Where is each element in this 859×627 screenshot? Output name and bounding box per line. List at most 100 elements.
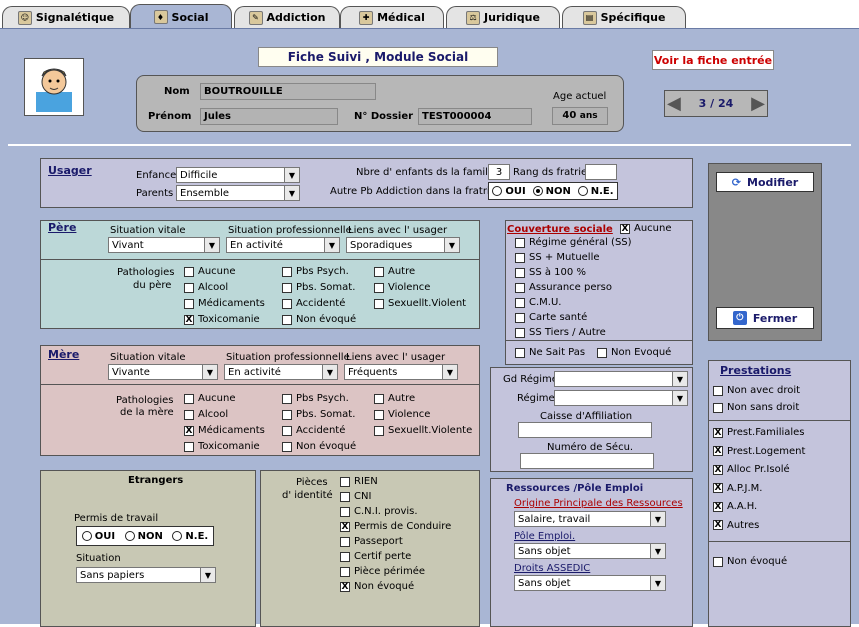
pere-pathology-checkbox[interactable]: Autre — [374, 266, 415, 277]
prestation-checkbox[interactable]: X A.P.J.M. — [713, 483, 762, 494]
pere-pathology-checkbox[interactable]: Violence — [374, 282, 430, 293]
gd-regime-label: Gd Régime — [503, 374, 558, 385]
couverture-checkbox[interactable]: SS + Mutuelle — [515, 252, 600, 263]
piece-identite-checkbox[interactable]: Certif perte — [340, 551, 411, 562]
prev-record-icon[interactable]: ◀ — [667, 93, 681, 114]
mere-sit-vitale-select[interactable]: Vivante ▼ — [108, 364, 218, 380]
nom-field[interactable]: BOUTROUILLE — [200, 83, 376, 100]
mere-sit-pro-select[interactable]: En activité ▼ — [224, 364, 338, 380]
piece-identite-checkbox[interactable]: Passeport — [340, 536, 403, 547]
fermer-button[interactable]: ⏻ Fermer — [716, 307, 814, 329]
tab-juridique[interactable]: ⚖ Juridique — [446, 6, 560, 28]
addiction-icon: ✎ — [248, 10, 263, 25]
tab-specifique[interactable]: ▤ Spécifique — [562, 6, 686, 28]
prestation-checkbox[interactable]: X A.A.H. — [713, 501, 757, 512]
couverture-checkbox[interactable]: Régime général (SS) — [515, 237, 632, 248]
pere-pathology-checkbox[interactable]: Pbs. Somat. — [282, 282, 355, 293]
prestation-droit-checkbox[interactable]: Non sans droit — [713, 402, 799, 413]
droits-assedic-select[interactable]: Sans objet ▼ — [514, 575, 666, 591]
pere-patho-label-2: du père — [133, 280, 172, 291]
pere-pathology-checkbox[interactable]: Non évoqué — [282, 314, 356, 325]
pere-sit-vitale-select[interactable]: Vivant ▼ — [108, 237, 220, 253]
mere-pathology-checkbox[interactable]: Aucune — [184, 393, 236, 404]
secu-field[interactable] — [520, 453, 654, 469]
mere-pathology-checkbox[interactable]: Pbs Psych. — [282, 393, 349, 404]
tab-medical[interactable]: ✚ Médical — [340, 6, 444, 28]
dossier-field[interactable]: TEST000004 — [418, 108, 532, 125]
next-record-icon[interactable]: ▶ — [751, 93, 765, 114]
autre-pb-oui-radio[interactable]: OUI — [492, 186, 526, 197]
checkbox-box — [340, 566, 350, 577]
regime-select[interactable]: ▼ — [554, 390, 688, 406]
tab-addiction[interactable]: ✎ Addiction — [234, 6, 340, 28]
chevron-down-icon: ▼ — [200, 568, 215, 582]
pere-pathology-checkbox[interactable]: Médicaments — [184, 298, 265, 309]
mere-pathology-checkbox[interactable]: Autre — [374, 393, 415, 404]
pere-pathology-checkbox[interactable]: Accidenté — [282, 298, 345, 309]
pole-emploi-select[interactable]: Sans objet ▼ — [514, 543, 666, 559]
situation-select[interactable]: Sans papiers ▼ — [76, 567, 216, 583]
couverture-checkbox[interactable]: Carte santé — [515, 312, 587, 323]
parents-select[interactable]: Ensemble ▼ — [176, 185, 300, 201]
non-evoque-couverture-checkbox[interactable]: Non Evoqué — [597, 347, 671, 358]
gd-regime-select[interactable]: ▼ — [554, 371, 688, 387]
chevron-down-icon: ▼ — [672, 372, 687, 386]
permis-non-radio[interactable]: NON — [124, 531, 163, 542]
pere-liens-select[interactable]: Sporadiques ▼ — [346, 237, 460, 253]
prestation-droit-checkbox[interactable]: Non avec droit — [713, 385, 800, 396]
prenom-field[interactable]: Jules — [200, 108, 338, 125]
checkbox-box — [282, 282, 292, 293]
voir-fiche-entree-button[interactable]: Voir la fiche entrée — [652, 50, 774, 70]
mere-pathology-checkbox[interactable]: Violence — [374, 409, 430, 420]
droits-assedic-label: Droits ASSEDIC — [514, 563, 591, 574]
piece-identite-checkbox[interactable]: X Permis de Conduire — [340, 521, 451, 532]
caisse-field[interactable] — [518, 422, 652, 438]
mere-pathology-checkbox[interactable]: X Médicaments — [184, 425, 265, 436]
mere-pathology-checkbox[interactable]: Non évoqué — [282, 441, 356, 452]
ne-sait-pas-checkbox[interactable]: Ne Sait Pas — [515, 347, 585, 358]
nb-enfants-field[interactable]: 3 — [488, 164, 510, 180]
couverture-checkbox[interactable]: SS Tiers / Autre — [515, 327, 606, 338]
couverture-aucune-checkbox[interactable]: X Aucune — [620, 223, 672, 234]
pere-pathology-checkbox[interactable]: Alcool — [184, 282, 228, 293]
piece-identite-checkbox[interactable]: Pièce périmée — [340, 566, 425, 577]
mere-pathology-checkbox[interactable]: Accidenté — [282, 425, 345, 436]
permis-oui-radio[interactable]: OUI — [81, 531, 115, 542]
checkbox-box: X — [340, 521, 350, 532]
couverture-checkbox[interactable]: Assurance perso — [515, 282, 612, 293]
mere-pathology-checkbox[interactable]: Sexuellt.Violente — [374, 425, 472, 436]
pere-pathology-checkbox[interactable]: Sexuellt.Violent — [374, 298, 466, 309]
mere-pathology-checkbox[interactable]: Pbs. Somat. — [282, 409, 355, 420]
pere-sit-pro-select[interactable]: En activité ▼ — [226, 237, 340, 253]
enfance-select[interactable]: Difficile ▼ — [176, 167, 300, 183]
pere-pathology-checkbox[interactable]: X Toxicomanie — [184, 314, 260, 325]
rang-field[interactable] — [585, 164, 617, 180]
couverture-checkbox[interactable]: SS à 100 % — [515, 267, 586, 278]
prestation-checkbox[interactable]: X Prest.Familiales — [713, 427, 805, 438]
pere-pathology-checkbox[interactable]: Pbs Psych. — [282, 266, 349, 277]
tab-social[interactable]: ♦ Social — [130, 4, 232, 29]
piece-identite-checkbox[interactable]: RIEN — [340, 476, 378, 487]
modifier-button[interactable]: ⟳ Modifier — [716, 172, 814, 192]
prestation-checkbox[interactable]: X Alloc Pr.Isolé — [713, 464, 790, 475]
permis-ne-radio[interactable]: N.E. — [172, 531, 208, 542]
prestations-non-evoque-checkbox[interactable]: Non évoqué — [713, 556, 787, 567]
pere-pathology-checkbox[interactable]: Aucune — [184, 266, 236, 277]
autre-pb-non-radio[interactable]: NON — [532, 186, 571, 197]
piece-identite-checkbox[interactable]: CNI — [340, 491, 371, 502]
mere-patho-label-2: de la mère — [120, 407, 174, 418]
chevron-down-icon: ▼ — [442, 365, 457, 379]
mere-pathology-checkbox[interactable]: Alcool — [184, 409, 228, 420]
prestation-checkbox[interactable]: X Autres — [713, 520, 759, 531]
origine-select[interactable]: Salaire, travail ▼ — [514, 511, 666, 527]
etrangers-title: Etrangers — [128, 475, 184, 486]
couverture-checkbox[interactable]: C.M.U. — [515, 297, 561, 308]
piece-identite-checkbox[interactable]: X Non évoqué — [340, 581, 414, 592]
mere-pathology-checkbox[interactable]: Toxicomanie — [184, 441, 260, 452]
piece-identite-checkbox[interactable]: C.N.I. provis. — [340, 506, 418, 517]
mere-liens-select[interactable]: Fréquents ▼ — [344, 364, 458, 380]
autre-pb-label: Autre Pb Addiction dans la fratrie — [330, 186, 496, 197]
prestation-checkbox[interactable]: X Prest.Logement — [713, 446, 805, 457]
autre-pb-ne-radio[interactable]: N.E. — [577, 186, 614, 197]
tab-signaletique[interactable]: ☺ Signalétique — [2, 6, 130, 28]
